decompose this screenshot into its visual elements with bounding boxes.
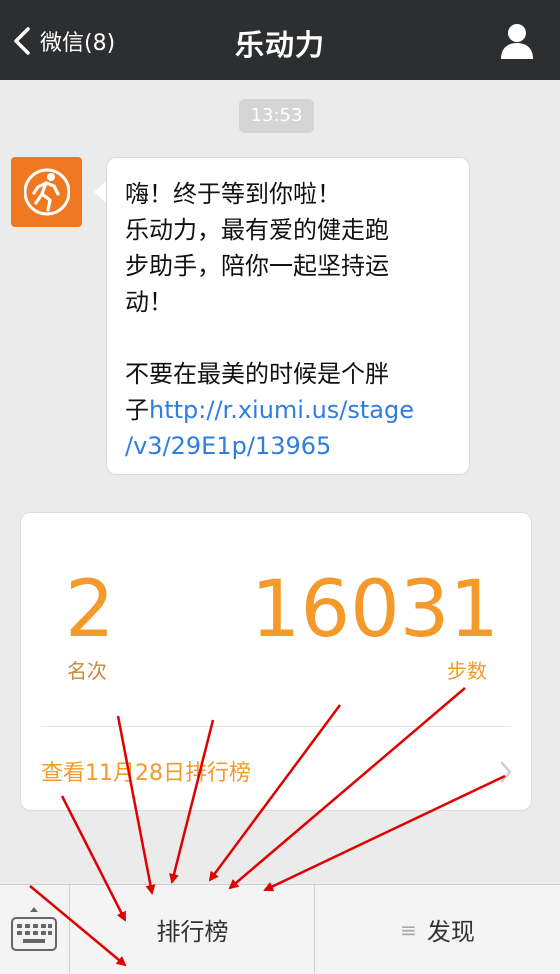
annotation-arrows [29,687,506,967]
ranking-card[interactable]: 2 名次 16031 步数 查看11月28日排行榜 [20,512,532,811]
chevron-right-icon [500,761,512,783]
keyboard-icon [11,907,57,951]
chat-title: 乐动力 [234,28,325,62]
message-bubble[interactable]: 嗨！终于等到你啦！ 乐动力，最有爱的健走跑 步助手，陪你一起坚持运 动！ 不要在… [106,157,470,475]
leaderboard-tab[interactable]: 排行榜 [71,885,315,974]
leaderboard-tab-label: 排行榜 [156,918,229,946]
runner-icon [24,168,70,216]
header-bar: 微信(8) 乐动力 [0,0,560,80]
sender-avatar[interactable] [11,157,82,227]
steps-value: 16031 [250,565,499,655]
message-body: 嗨！终于等到你啦！ 乐动力，最有爱的健走跑 步助手，陪你一起坚持运 动！ 不要在… [125,180,389,424]
rank-value: 2 [65,565,115,655]
steps-label: 步数 [447,659,487,683]
bottom-menu-bar: 排行榜 ≡ 发现 [0,884,560,974]
message-text: 嗨！终于等到你啦！ 乐动力，最有爱的健走跑 步助手，陪你一起坚持运 动！ 不要在… [125,176,455,464]
card-divider [41,726,511,727]
menu-lines-icon: ≡ [400,917,417,942]
message-timestamp: 13:53 [239,99,314,133]
discover-tab[interactable]: ≡ 发现 [315,885,560,974]
message-link[interactable]: http://r.xiumi.us/stage /v3/29E1p/13965 [125,396,414,460]
profile-icon[interactable] [500,23,534,59]
discover-tab-label: 发现 [426,918,475,946]
keyboard-toggle-button[interactable] [0,885,70,974]
rank-label: 名次 [67,659,107,683]
view-leaderboard-link[interactable]: 查看11月28日排行榜 [41,755,251,787]
